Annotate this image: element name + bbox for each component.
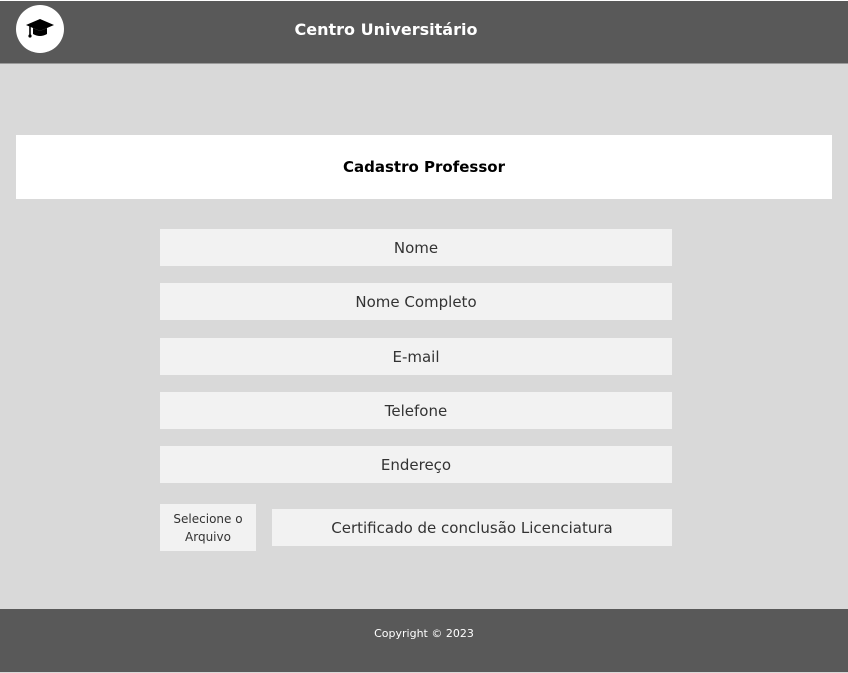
copyright-text: Copyright © 2023: [374, 627, 474, 640]
nome-completo-input[interactable]: [160, 283, 672, 320]
telefone-input[interactable]: [160, 392, 672, 429]
form-title-card: Cadastro Professor: [16, 135, 832, 199]
app-footer: Copyright © 2023: [0, 609, 848, 672]
app-header: Centro Universitário: [0, 0, 848, 64]
app-title: Centro Universitário: [294, 20, 478, 39]
email-input[interactable]: [160, 338, 672, 375]
certificado-input[interactable]: [272, 509, 672, 546]
nome-input[interactable]: [160, 229, 672, 266]
select-file-label: Selecione o Arquivo: [173, 511, 243, 544]
page-title: Cadastro Professor: [343, 158, 505, 176]
endereco-input[interactable]: [160, 446, 672, 483]
select-file-button[interactable]: Selecione o Arquivo: [160, 504, 256, 551]
